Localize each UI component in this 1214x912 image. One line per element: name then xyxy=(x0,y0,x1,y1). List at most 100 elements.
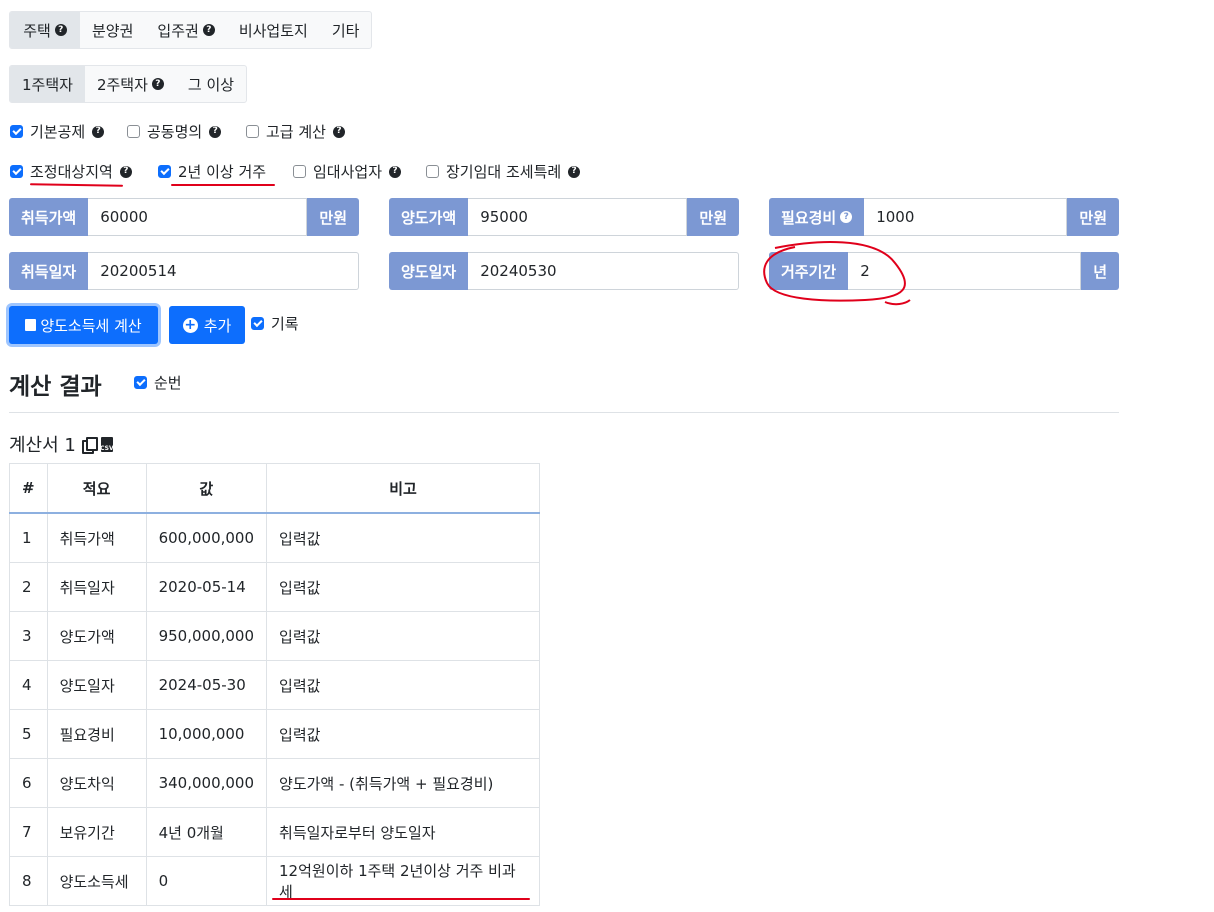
input-label: 취득일자 xyxy=(9,252,89,290)
csv-file-icon[interactable]: CSV xyxy=(100,436,114,452)
tab-house[interactable]: 주택? xyxy=(10,12,80,48)
basic-deduction-checkbox[interactable]: 기본공제? xyxy=(10,121,105,142)
help-icon[interactable]: ? xyxy=(119,165,132,178)
table-row: 7 보유기간 4년 0개월 취득일자로부터 양도일자 xyxy=(9,807,540,857)
checkbox-box[interactable] xyxy=(10,125,23,138)
cell: 입력값 xyxy=(266,709,540,759)
input-label: 양도가액 xyxy=(389,198,469,236)
annotation-underline xyxy=(272,898,530,900)
cell: 양도일자 xyxy=(46,660,147,710)
help-icon[interactable]: ? xyxy=(209,125,222,138)
sale-date-group: 양도일자 20240530 xyxy=(389,252,739,290)
help-icon[interactable]: ? xyxy=(151,78,164,90)
cell: 입력값 xyxy=(266,660,540,710)
advanced-calc-checkbox[interactable]: 고급 계산? xyxy=(246,121,345,142)
acquisition-date-input[interactable]: 20200514 xyxy=(88,252,359,290)
cell: 600,000,000 xyxy=(145,512,268,563)
rental-business-checkbox[interactable]: 임대사업자? xyxy=(293,161,402,182)
tab-presale[interactable]: 분양권 xyxy=(80,12,145,48)
checkbox-label: 조정대상지역 xyxy=(30,163,113,181)
expense-input[interactable]: 1000 xyxy=(864,198,1068,236)
label-text: 필요경비 xyxy=(781,208,837,227)
acquisition-date-group: 취득일자 20200514 xyxy=(9,252,359,290)
table-row: 3 양도가액 950,000,000 입력값 xyxy=(9,611,540,661)
long-term-rental-checkbox[interactable]: 장기임대 조세특례? xyxy=(426,161,581,182)
two-year-residence-checkbox[interactable]: 2년 이상 거주 xyxy=(158,161,266,182)
plus-circle-icon: + xyxy=(182,317,198,333)
checkbox-box[interactable] xyxy=(293,165,306,178)
unit-label: 만원 xyxy=(687,198,739,236)
tab-label: 1주택자 xyxy=(22,75,73,94)
calculator-icon xyxy=(25,319,37,331)
add-button[interactable]: + 추가 xyxy=(169,306,245,344)
tab-label: 기타 xyxy=(331,21,360,40)
checkbox-box[interactable] xyxy=(251,317,264,330)
tab-nonbusiness-land[interactable]: 비사업토지 xyxy=(227,12,320,48)
unit-label: 만원 xyxy=(1067,198,1119,236)
tab-two-house[interactable]: 2주택자? xyxy=(85,66,176,102)
cell: 10,000,000 xyxy=(145,709,268,759)
column-header: # xyxy=(9,463,48,514)
tab-label: 그 이상 xyxy=(187,75,235,94)
help-icon[interactable]: ? xyxy=(202,24,215,36)
sale-price-input[interactable]: 95000 xyxy=(468,198,688,236)
sheet-title: 계산서 1 CSV xyxy=(9,431,114,457)
table-row: 6 양도차익 340,000,000 양도가액 - (취득가액 + 필요경비) xyxy=(9,758,540,808)
calculate-tax-button[interactable]: 양도소득세 계산 xyxy=(9,306,158,344)
record-checkbox[interactable]: 기록 xyxy=(251,313,299,334)
help-icon[interactable]: ? xyxy=(332,125,345,138)
help-icon[interactable]: ? xyxy=(92,125,105,138)
checkbox-label: 기록 xyxy=(271,315,299,333)
sale-date-input[interactable]: 20240530 xyxy=(468,252,739,290)
sequence-checkbox[interactable]: 순번 xyxy=(134,372,182,393)
cell: 0 xyxy=(145,856,268,906)
cell: 6 xyxy=(9,758,48,808)
tab-more-house[interactable]: 그 이상 xyxy=(176,66,246,102)
cell: 취득가액 xyxy=(46,512,147,563)
button-label: 양도소득세 계산 xyxy=(40,316,142,335)
tab-occupancy-right[interactable]: 입주권? xyxy=(145,12,226,48)
divider xyxy=(9,412,1119,413)
regulated-area-checkbox[interactable]: 조정대상지역? xyxy=(10,161,132,182)
checkbox-label: 순번 xyxy=(154,374,182,392)
house-count-tabs: 1주택자 2주택자? 그 이상 xyxy=(9,65,248,103)
sheet-title-text: 계산서 1 xyxy=(9,435,76,456)
column-header: 적요 xyxy=(46,463,147,514)
checkbox-box[interactable] xyxy=(127,125,140,138)
checkbox-box[interactable] xyxy=(246,125,259,138)
cell: 8 xyxy=(9,856,48,906)
checkbox-box[interactable] xyxy=(426,165,439,178)
acquisition-price-group: 취득가액 60000 만원 xyxy=(9,198,359,236)
cell: 양도가액 xyxy=(46,611,147,661)
checkbox-box[interactable] xyxy=(10,165,23,178)
cell: 4년 0개월 xyxy=(145,807,268,857)
checkbox-label: 장기임대 조세특례 xyxy=(446,163,562,181)
joint-ownership-checkbox[interactable]: 공동명의? xyxy=(127,121,222,142)
cell: 필요경비 xyxy=(46,709,147,759)
tab-other[interactable]: 기타 xyxy=(320,12,372,48)
cell: 340,000,000 xyxy=(145,758,268,808)
cell: 4 xyxy=(9,660,48,710)
cell: 양도가액 - (취득가액 + 필요경비) xyxy=(266,758,540,808)
help-icon[interactable]: ? xyxy=(568,165,581,178)
column-header: 비고 xyxy=(266,463,540,514)
expense-group: 필요경비? 1000 만원 xyxy=(769,198,1119,236)
property-type-tabs: 주택? 분양권 입주권? 비사업토지 기타 xyxy=(9,11,373,49)
help-icon[interactable]: ? xyxy=(389,165,402,178)
acquisition-price-input[interactable]: 60000 xyxy=(88,198,308,236)
table-row: 4 양도일자 2024-05-30 입력값 xyxy=(9,660,540,710)
cell: 입력값 xyxy=(266,562,540,612)
button-label: 추가 xyxy=(203,316,232,335)
help-icon[interactable]: ? xyxy=(54,24,67,36)
tab-label: 입주권 xyxy=(157,21,199,40)
checkbox-box[interactable] xyxy=(158,165,171,178)
sale-price-group: 양도가액 95000 만원 xyxy=(389,198,739,236)
tab-one-house[interactable]: 1주택자 xyxy=(10,66,85,102)
cell: 3 xyxy=(9,611,48,661)
help-icon[interactable]: ? xyxy=(840,211,853,223)
annotation-circle xyxy=(763,241,911,306)
cell: 양도차익 xyxy=(46,758,147,808)
checkbox-box[interactable] xyxy=(134,376,147,389)
copy-icon[interactable] xyxy=(81,436,98,454)
result-table: # 적요 값 비고 1 취득가액 600,000,000 입력값 2 취득일자 2020-… xyxy=(9,463,540,906)
